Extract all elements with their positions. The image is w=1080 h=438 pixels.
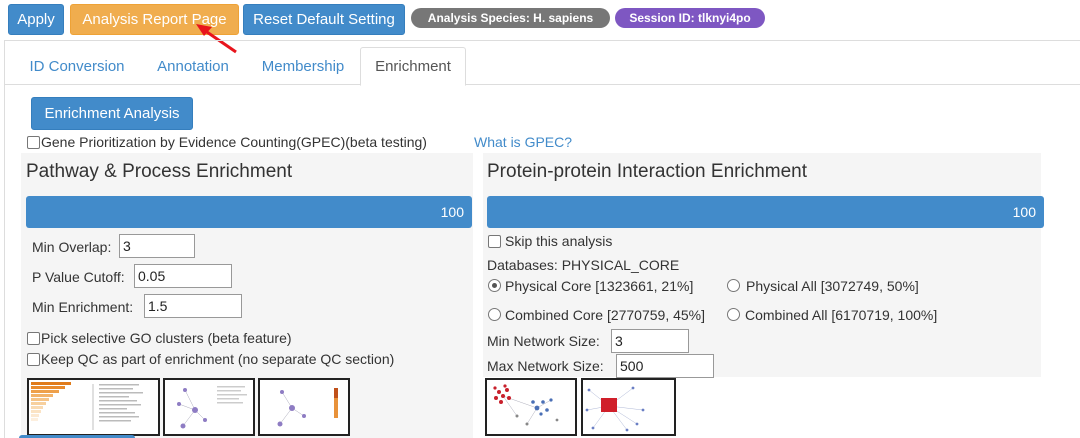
pathway-progress-bar: 100: [26, 196, 472, 228]
min-enrichment-input[interactable]: [144, 294, 242, 318]
pathway-progress-text: 100: [440, 204, 464, 220]
skip-analysis-label: Skip this analysis: [505, 233, 613, 249]
keep-qc-label: Keep QC as part of enrichment (no separa…: [41, 351, 395, 367]
physical-all-radio[interactable]: [727, 279, 740, 292]
tab-enrichment[interactable]: Enrichment: [360, 47, 466, 86]
databases-label: Databases: PHYSICAL_CORE: [487, 257, 680, 273]
min-enrichment-label: Min Enrichment:: [32, 299, 134, 315]
enrichment-analysis-button[interactable]: Enrichment Analysis: [31, 97, 193, 130]
combined-all-radio[interactable]: [727, 308, 740, 321]
apply-button[interactable]: Apply: [8, 4, 64, 35]
keep-qc-checkbox[interactable]: [27, 353, 40, 366]
combined-all-label: Combined All [6170719, 100%]: [745, 307, 938, 323]
tab-bar: ID Conversion Annotation Membership Enri…: [5, 47, 1080, 86]
session-badge: Session ID: tlknyi4po: [615, 8, 765, 28]
gpec-label: Gene Prioritization by Evidence Counting…: [41, 134, 427, 150]
ppi-progress-bar: 100: [487, 196, 1044, 228]
tab-id-conversion[interactable]: ID Conversion: [15, 47, 139, 85]
top-toolbar: Apply Analysis Report Page Reset Default…: [0, 0, 1080, 40]
max-network-size-label: Max Network Size:: [487, 358, 604, 374]
ppi-network-thumbnail-2[interactable]: [581, 378, 676, 436]
physical-all-label: Physical All [3072749, 50%]: [746, 278, 919, 294]
pvalue-cutoff-input[interactable]: [134, 264, 232, 288]
enrichment-network-thumbnail-1[interactable]: [163, 378, 255, 436]
species-badge: Analysis Species: H. sapiens: [411, 8, 610, 28]
reset-default-button[interactable]: Reset Default Setting: [243, 4, 405, 35]
go-clusters-label: Pick selective GO clusters (beta feature…: [41, 330, 292, 346]
ppi-network-thumbnail-1[interactable]: [485, 378, 577, 436]
tab-annotation[interactable]: Annotation: [145, 47, 241, 85]
gpec-checkbox[interactable]: [27, 136, 40, 149]
enrichment-network-thumbnail-2[interactable]: [258, 378, 350, 436]
physical-core-radio[interactable]: [488, 279, 501, 292]
ppi-title: Protein-protein Interaction Enrichment: [487, 161, 807, 182]
go-clusters-checkbox[interactable]: [27, 332, 40, 345]
min-network-size-input[interactable]: [611, 329, 689, 353]
ppi-progress-text: 100: [1012, 204, 1036, 220]
tab-membership[interactable]: Membership: [249, 47, 357, 85]
skip-analysis-checkbox[interactable]: [488, 235, 501, 248]
max-network-size-input[interactable]: [616, 354, 714, 378]
combined-core-label: Combined Core [2770759, 45%]: [505, 307, 706, 323]
main-panel: ID Conversion Annotation Membership Enri…: [4, 40, 1080, 438]
min-network-size-label: Min Network Size:: [487, 333, 600, 349]
min-overlap-input[interactable]: [119, 234, 195, 258]
enrichment-bar-chart-thumbnail[interactable]: [27, 378, 160, 436]
what-is-gpec-link[interactable]: What is GPEC?: [474, 134, 572, 150]
pathway-title: Pathway & Process Enrichment: [26, 161, 293, 182]
pvalue-cutoff-label: P Value Cutoff:: [32, 269, 125, 285]
combined-core-radio[interactable]: [488, 308, 501, 321]
ppi-section: Protein-protein Interaction Enrichment 1…: [483, 153, 1044, 378]
min-overlap-label: Min Overlap:: [32, 239, 112, 255]
physical-core-label: Physical Core [1323661, 21%]: [505, 278, 694, 294]
